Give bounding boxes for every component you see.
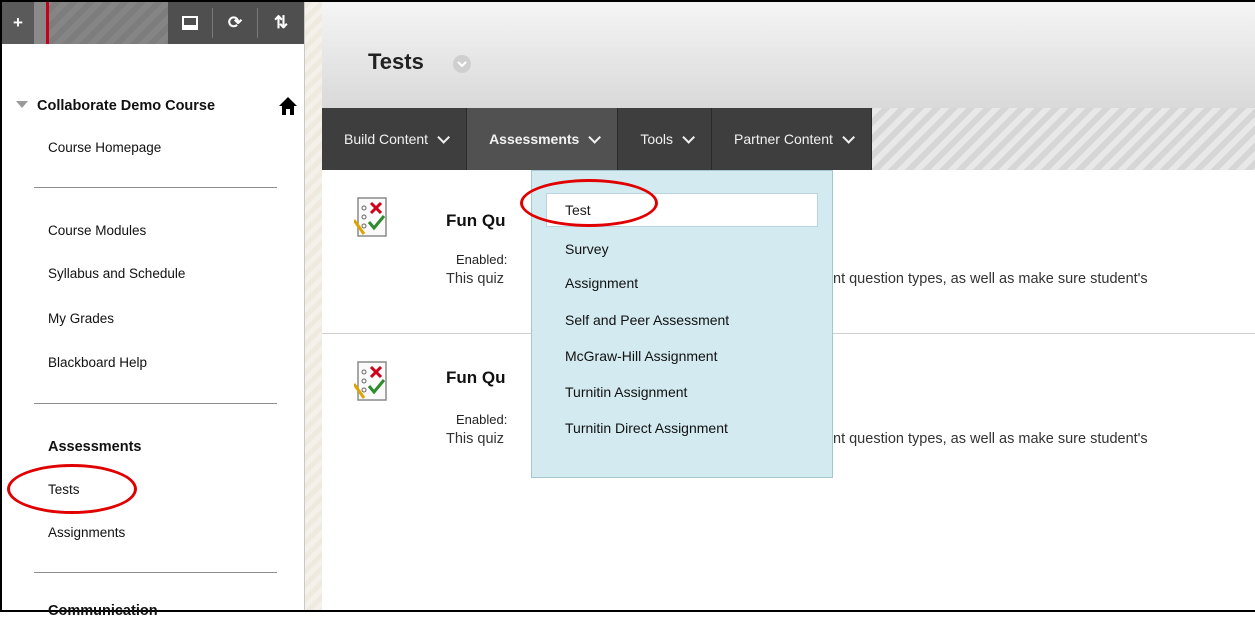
item-description-start: This quiz [446,431,505,447]
item-enabled-label: Enabled: [456,412,508,427]
chevron-down-icon [682,130,696,144]
chevron-down-icon [437,130,451,144]
menu-item-mcgraw-hill-assignment[interactable]: McGraw-Hill Assignment [565,348,717,364]
nav-my-grades[interactable]: My Grades [48,311,114,326]
chevron-down-icon [588,130,602,144]
build-content-menu[interactable]: Build Content [322,108,468,170]
window-view-icon [182,16,198,30]
partner-content-menu[interactable]: Partner Content [712,108,872,170]
chevron-down-icon [842,130,855,144]
menu-item-assignment[interactable]: Assignment [565,275,638,291]
assessments-label: Assessments [489,131,580,147]
item-description-end: nt question types, as well as make sure … [833,271,1148,287]
menu-divider [34,403,277,404]
menu-item-self-peer-assessment[interactable]: Self and Peer Assessment [565,312,729,328]
menu-divider [34,572,277,573]
highlight-ring-tests [7,464,137,514]
nav-section-assessments[interactable]: Assessments [48,439,142,455]
highlight-ring-test [520,179,658,227]
refresh-button[interactable]: ⟳ [213,2,257,44]
tools-menu[interactable]: Tools [618,108,713,170]
item-description-start: This quiz [446,271,505,287]
collapse-arrow-icon[interactable] [16,101,28,108]
action-tabs: Build Content Assessments Tools Partner … [322,108,872,170]
item-description-end: nt question types, as well as make sure … [833,431,1148,447]
display-view-button[interactable] [168,2,212,44]
tools-label: Tools [640,131,674,147]
nav-assignments[interactable]: Assignments [48,525,125,540]
home-icon[interactable] [278,96,298,116]
action-bar: Build Content Assessments Tools Partner … [322,108,1255,170]
assessments-menu[interactable]: Assessments [467,108,619,170]
page-title: Tests [368,49,424,74]
plus-icon: + [13,13,23,32]
nav-section-communication[interactable]: Communication [48,603,158,619]
add-menu-item-button[interactable]: + [2,2,34,44]
title-options-chevron-icon[interactable] [453,55,471,73]
course-title-row[interactable]: Collaborate Demo Course [16,96,300,120]
chevron-down-icon [457,61,467,68]
nav-blackboard-help[interactable]: Blackboard Help [48,355,147,370]
refresh-icon: ⟳ [227,13,243,32]
reorder-button[interactable]: ⇅ [258,2,304,44]
sort-arrows-icon: ⇅ [273,13,289,32]
nav-course-homepage[interactable]: Course Homepage [48,140,161,155]
nav-course-modules[interactable]: Course Modules [48,223,146,238]
partner-content-label: Partner Content [734,131,833,147]
toolbar-accent [34,2,49,44]
nav-syllabus-schedule[interactable]: Syllabus and Schedule [48,266,185,281]
menu-item-turnitin-assignment[interactable]: Turnitin Assignment [565,384,687,400]
item-title[interactable]: Fun Qu [446,211,505,231]
test-icon [354,197,387,237]
item-title[interactable]: Fun Qu [446,368,505,388]
page-header: Tests [322,2,1255,109]
menu-item-survey[interactable]: Survey [565,241,609,257]
test-icon [354,361,387,401]
course-menu-sidebar: + ⟳ ⇅ Collaborate Demo Course Course Hom… [2,2,305,619]
course-menu-toolbar: + ⟳ ⇅ [2,2,304,44]
build-content-label: Build Content [344,131,429,147]
menu-item-turnitin-direct-assignment[interactable]: Turnitin Direct Assignment [565,420,728,436]
menu-divider [34,187,277,188]
toolbar-controls: ⟳ ⇅ [168,2,304,44]
item-enabled-label: Enabled: [456,252,508,267]
course-title: Collaborate Demo Course [37,98,216,114]
